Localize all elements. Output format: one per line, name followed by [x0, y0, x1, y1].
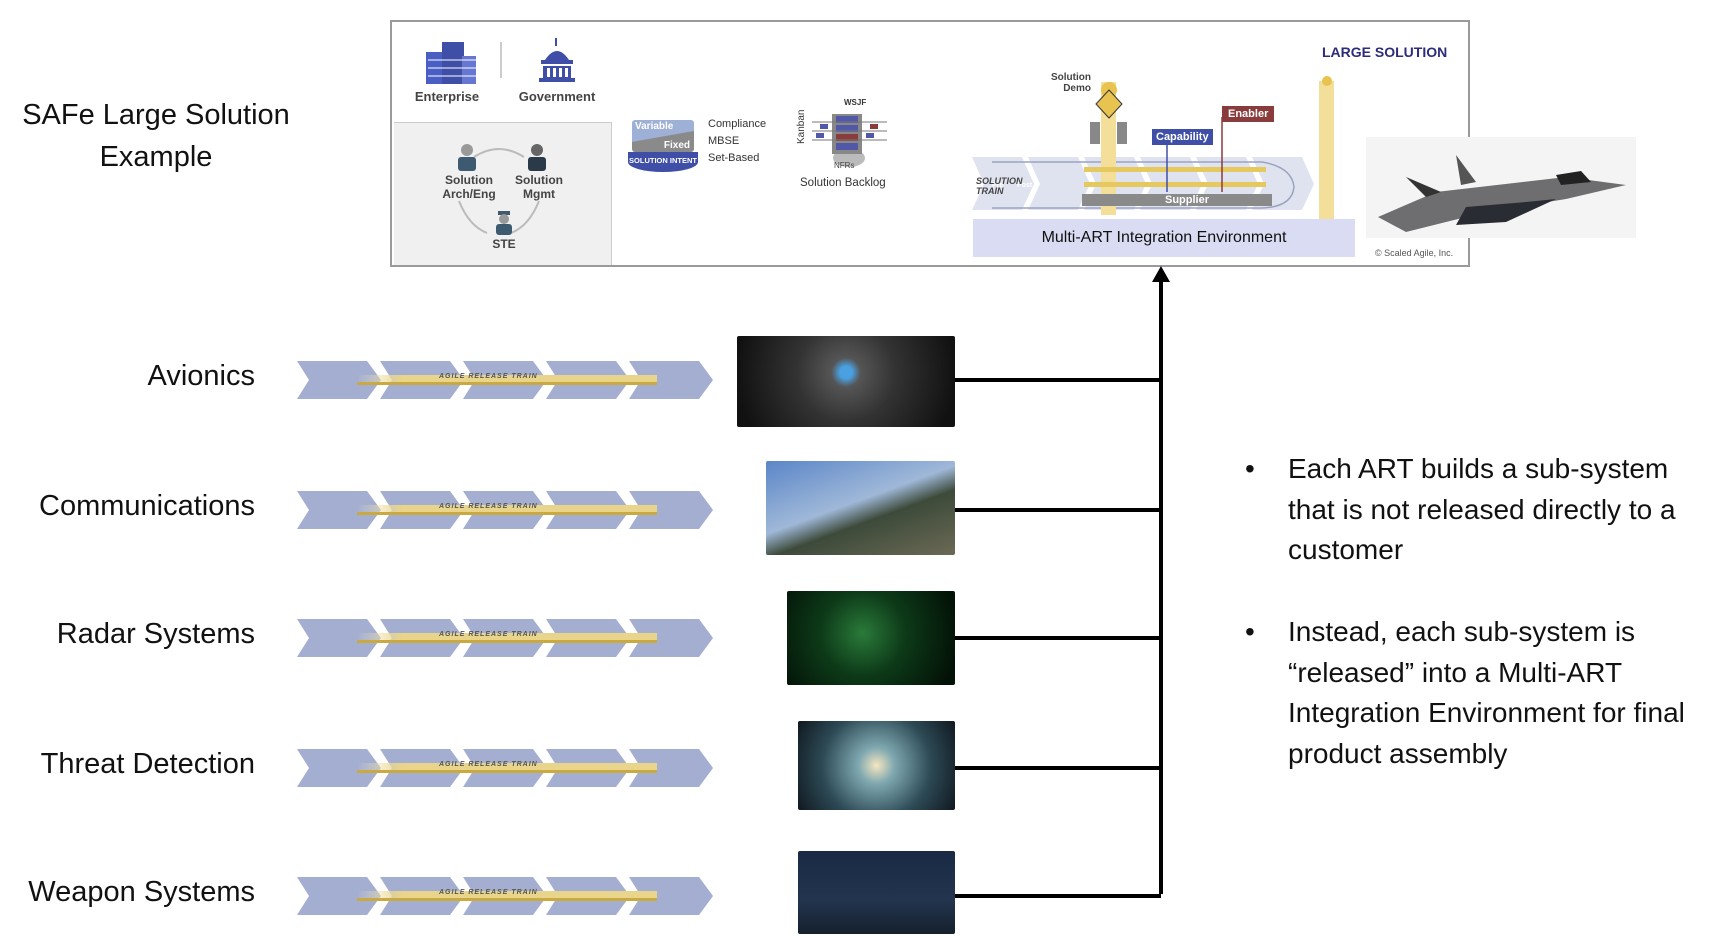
art-label: AGILE RELEASE TRAIN: [439, 631, 538, 638]
intent-item: MBSE: [708, 135, 740, 147]
enterprise-icon: [426, 42, 476, 84]
art-chevrons: [297, 877, 713, 915]
train-label: SOLUTION TRAIN: [976, 176, 1023, 196]
row-label: Communications: [39, 490, 255, 522]
art-label: AGILE RELEASE TRAIN: [439, 889, 538, 896]
art-chevrons: [297, 749, 713, 787]
integration-environment: Multi-ART Integration Environment: [973, 219, 1355, 257]
solution-train-graphic: [972, 82, 1314, 215]
agile-release-train: AGILE RELEASE TRAIN: [297, 361, 717, 399]
row-label: Radar Systems: [56, 618, 255, 650]
agile-release-train: AGILE RELEASE TRAIN: [297, 749, 717, 787]
fighter-jet-icon: [1378, 155, 1626, 232]
pilot-photo: [766, 461, 955, 555]
row-label: Avionics: [147, 360, 255, 392]
government-icon: [539, 38, 575, 82]
connector-line: [955, 378, 1161, 382]
art-chevrons: [297, 491, 713, 529]
arrow-up-icon: [1152, 266, 1170, 282]
page-title: SAFe Large Solution Example: [22, 99, 290, 173]
art-label: AGILE RELEASE TRAIN: [439, 373, 538, 380]
milestone-icon: [1322, 76, 1332, 86]
kanban-label: Kanban: [796, 109, 807, 144]
roles-panel: Solution Arch/Eng Solution Mgmt STE: [394, 122, 612, 265]
art-chevrons: [297, 619, 713, 657]
wsjf-label: WSJF: [844, 98, 867, 107]
fixed-label: Fixed: [663, 140, 690, 151]
integration-arrow-line: [1159, 280, 1163, 894]
radar-photo: [787, 591, 955, 685]
solution-backlog-label: Solution Backlog: [800, 177, 886, 189]
enterprise-label: Enterprise: [414, 89, 480, 104]
capability-badge: Capability: [1152, 129, 1213, 145]
solution-intent-icon: Variable Fixed: [632, 120, 694, 152]
copyright: © Scaled Agile, Inc.: [1375, 248, 1454, 258]
role-arch: Solution Arch/Eng: [442, 173, 496, 201]
enabler-badge: Enabler: [1222, 106, 1275, 122]
row-label: Threat Detection: [40, 748, 255, 780]
bullet-item: • Each ART builds a sub-system that is no…: [1245, 449, 1705, 571]
row-label: Weapon Systems: [28, 876, 255, 908]
divider: [500, 42, 502, 78]
hud-photo: [798, 721, 955, 810]
art-chevrons: [297, 361, 713, 399]
bullet-item: • Instead, each sub-system is “released” …: [1245, 612, 1705, 774]
intent-items: Compliance MBSE Set-Based: [708, 116, 766, 167]
supplier-label: Supplier: [1165, 194, 1210, 206]
intent-item: Set-Based: [708, 152, 760, 164]
solution-intent-label: SOLUTION INTENT: [628, 152, 698, 172]
bullet-icon: •: [1245, 453, 1255, 484]
role-ste: STE: [492, 237, 516, 251]
nfrs-label: NFRs: [834, 161, 855, 170]
architect-icon: [458, 144, 476, 171]
role-mgmt: Solution Mgmt: [515, 173, 563, 201]
jet-photo: [1366, 137, 1636, 238]
targeting-photo: [798, 851, 955, 934]
government-label: Government: [518, 89, 596, 104]
large-solution-label: LARGE SOLUTION: [1322, 44, 1448, 60]
connector-line: [955, 508, 1161, 512]
connector-line: [955, 766, 1161, 770]
bullet-text: Each ART builds a sub-system that is not…: [1288, 453, 1676, 565]
connector-line: [955, 894, 1161, 898]
solution-demo-label: Solution Demo: [1051, 72, 1091, 94]
milestone-pillar: [1319, 81, 1334, 221]
connector-line: [955, 636, 1161, 640]
ste-icon: [496, 211, 512, 235]
cockpit-photo: [737, 336, 955, 427]
intent-item: Compliance: [708, 118, 767, 130]
bullet-text: Instead, each sub-system is “released” i…: [1288, 616, 1685, 769]
art-label: AGILE RELEASE TRAIN: [439, 761, 538, 768]
large-solution-diagram: Enterprise Government Solution Arch/Eng …: [390, 20, 1470, 267]
variable-label: Variable: [635, 121, 674, 132]
manager-icon: [528, 144, 546, 171]
agile-release-train: AGILE RELEASE TRAIN: [297, 491, 717, 529]
bullet-icon: •: [1245, 616, 1255, 647]
solution-backlog-icon: [812, 114, 887, 167]
art-label: AGILE RELEASE TRAIN: [439, 503, 538, 510]
agile-release-train: AGILE RELEASE TRAIN: [297, 619, 717, 657]
agile-release-train: AGILE RELEASE TRAIN: [297, 877, 717, 915]
